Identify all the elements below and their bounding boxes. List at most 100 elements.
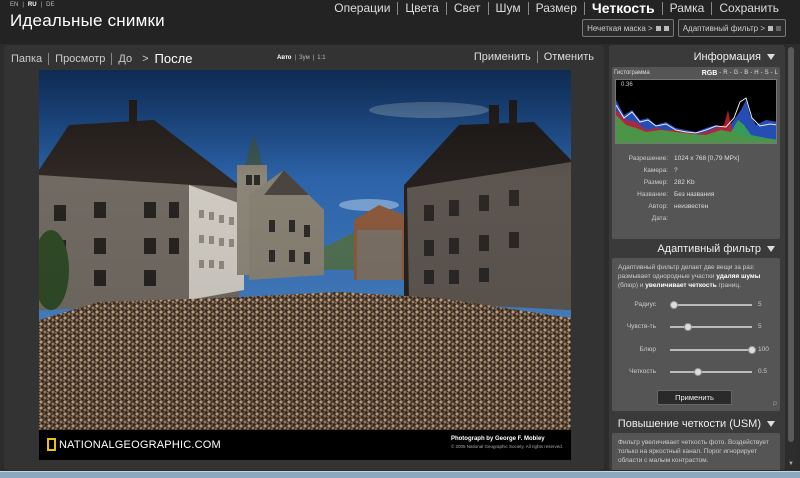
channel-h[interactable]: H: [754, 70, 758, 77]
zoom-1-1[interactable]: 1:1: [317, 55, 325, 61]
info-author: Автор: неизвестен: [648, 203, 709, 210]
info-resolution: Разрешение: 1024 x 768 [0,79 MPx]: [628, 155, 740, 162]
app-window: EN | RU | DE Идеальные снимки Операции Ц…: [0, 0, 800, 478]
view-link[interactable]: Просмотр: [49, 53, 111, 65]
usm-section-header[interactable]: Повышение четкости (USM): [609, 416, 785, 432]
adaptive-corner-label: P: [772, 402, 777, 408]
channel-selector: RGB -R -G -B -H -S -L: [701, 70, 778, 77]
adaptive-filter-label: Адаптивный фильтр >: [682, 23, 765, 33]
channel-r[interactable]: R: [723, 70, 727, 77]
usm-description: Фильтр увеличивает четкость фото. Воздей…: [618, 439, 769, 464]
cancel-link[interactable]: Отменить: [544, 51, 594, 63]
info-size: Размер: 282 Kb: [643, 179, 695, 186]
blur-value: 100: [758, 346, 769, 353]
square-icon: [776, 25, 781, 31]
blur-knob[interactable]: [748, 346, 756, 354]
view-switcher: Папка Просмотр До > После: [11, 51, 192, 66]
menu-save[interactable]: Сохранить: [712, 1, 786, 15]
copyright-text: © 2005 National Geographic Society. All …: [450, 444, 563, 449]
info-date: Дата:: [651, 215, 668, 222]
apply-filter-button[interactable]: Применить: [657, 390, 732, 405]
natgeo-logo: NATIONALGEOGRAPHIC.COM: [47, 438, 221, 451]
unsharp-mask-label: Нечеткая маска >: [587, 23, 653, 33]
sensitivity-track[interactable]: [670, 323, 752, 331]
usm-title: Повышение четкости (USM): [617, 418, 761, 430]
side-panel: Информация Гистограмма RGB -R -G -B -H -…: [609, 45, 785, 470]
square-icon: [655, 25, 661, 31]
photo-preview[interactable]: NATIONALGEOGRAPHIC.COM Photograph by Geo…: [39, 70, 571, 460]
menu-frame[interactable]: Рамка: [663, 1, 712, 15]
scrollbar-thumb[interactable]: [788, 47, 794, 442]
collapse-arrow-icon[interactable]: [767, 421, 775, 427]
arrow-right-icon: >: [142, 52, 149, 65]
menu-colors[interactable]: Цвета: [398, 1, 445, 15]
zoom-auto[interactable]: Авто: [277, 55, 291, 61]
info-section-header[interactable]: Информация: [609, 49, 785, 65]
blur-label: Блюр: [639, 346, 656, 353]
adaptive-description: Адаптивный фильтр делает две вещи за раз…: [618, 264, 761, 289]
radius-track[interactable]: [670, 301, 752, 309]
language-switcher: EN | RU | DE: [10, 2, 55, 8]
preview-panel: Папка Просмотр До > После Авто | Зум | 1…: [4, 45, 604, 470]
radius-knob[interactable]: [670, 301, 679, 309]
photo-caption-bar: NATIONALGEOGRAPHIC.COM Photograph by Geo…: [39, 430, 571, 460]
app-title: Идеальные снимки: [10, 11, 165, 30]
histogram-label: Гистограмма: [614, 70, 650, 76]
sharpness-slider-row: Четкость 0.5: [612, 367, 780, 377]
menu-size[interactable]: Размер: [529, 1, 584, 15]
lang-en[interactable]: EN: [10, 2, 18, 8]
sharpness-submenu: Нечеткая маска > Адаптивный фильтр >: [582, 19, 786, 37]
collapse-arrow-icon[interactable]: [767, 246, 775, 252]
square-icon: [663, 25, 669, 31]
channel-b[interactable]: B: [744, 70, 748, 77]
zoom-zoom[interactable]: Зум: [299, 55, 310, 61]
sensitivity-slider-row: Чувств-ть 5: [612, 322, 780, 332]
info-section: Гистограмма RGB -R -G -B -H -S -L 0.36 Р…: [612, 67, 780, 239]
info-title: Информация: [693, 51, 761, 63]
photographer-credit: Photograph by George F. Mobley: [450, 436, 545, 442]
menu-sharpness[interactable]: Четкость: [585, 1, 662, 15]
before-link[interactable]: До: [112, 53, 138, 65]
adaptive-section: Адаптивный фильтр делает две вещи за раз…: [612, 258, 780, 411]
sensitivity-label: Чувств-ть: [626, 323, 656, 330]
lang-ru[interactable]: RU: [28, 2, 37, 8]
scroll-down-icon[interactable]: ▼: [788, 460, 794, 468]
menu-noise[interactable]: Шум: [489, 1, 528, 15]
channel-g[interactable]: G: [734, 70, 739, 77]
usm-section: Фильтр увеличивает четкость фото. Воздей…: [612, 433, 780, 470]
bottom-strip: [0, 471, 800, 478]
collapse-arrow-icon[interactable]: [767, 54, 775, 60]
divider: [536, 51, 538, 63]
side-panel-scrollbar[interactable]: ▼: [786, 45, 796, 470]
sharpness-knob[interactable]: [693, 368, 702, 376]
blur-slider-row: Блюр 100: [612, 345, 780, 355]
blur-track[interactable]: [670, 346, 756, 354]
adaptive-filter-button[interactable]: Адаптивный фильтр >: [677, 19, 786, 37]
photo-credit: Photograph by George F. Mobley © 2005 Na…: [451, 436, 563, 449]
adaptive-title: Адаптивный фильтр: [657, 243, 761, 255]
zoom-controls: Авто | Зум | 1:1: [277, 55, 326, 61]
channel-rgb[interactable]: RGB: [702, 70, 718, 77]
photo-image: [39, 70, 571, 430]
folder-link[interactable]: Папка: [11, 53, 48, 65]
main-menu: Операции Цвета Свет Шум Размер Четкость …: [327, 1, 786, 15]
info-camera: Камера:?: [643, 167, 678, 174]
radius-label: Радиус: [634, 301, 656, 308]
action-links: Применить Отменить: [474, 51, 594, 63]
menu-operations[interactable]: Операции: [327, 1, 397, 15]
after-label: После: [154, 51, 193, 66]
histogram-header: Гистограмма RGB -R -G -B -H -S -L: [614, 70, 778, 77]
adaptive-section-header[interactable]: Адаптивный фильтр: [609, 241, 785, 257]
sharpness-track[interactable]: [670, 368, 752, 376]
natgeo-logo-text: NATIONALGEOGRAPHIC.COM: [59, 438, 221, 451]
lang-de[interactable]: DE: [46, 2, 54, 8]
sensitivity-knob[interactable]: [684, 323, 693, 331]
menu-light[interactable]: Свет: [447, 1, 488, 15]
sharpness-value: 0.5: [758, 368, 768, 375]
channel-l[interactable]: L: [775, 70, 778, 77]
unsharp-mask-button[interactable]: Нечеткая маска >: [582, 19, 674, 37]
apply-link[interactable]: Применить: [474, 51, 531, 63]
sensitivity-value: 5: [758, 323, 762, 330]
channel-s[interactable]: S: [765, 70, 769, 77]
radius-value: 5: [758, 301, 762, 308]
